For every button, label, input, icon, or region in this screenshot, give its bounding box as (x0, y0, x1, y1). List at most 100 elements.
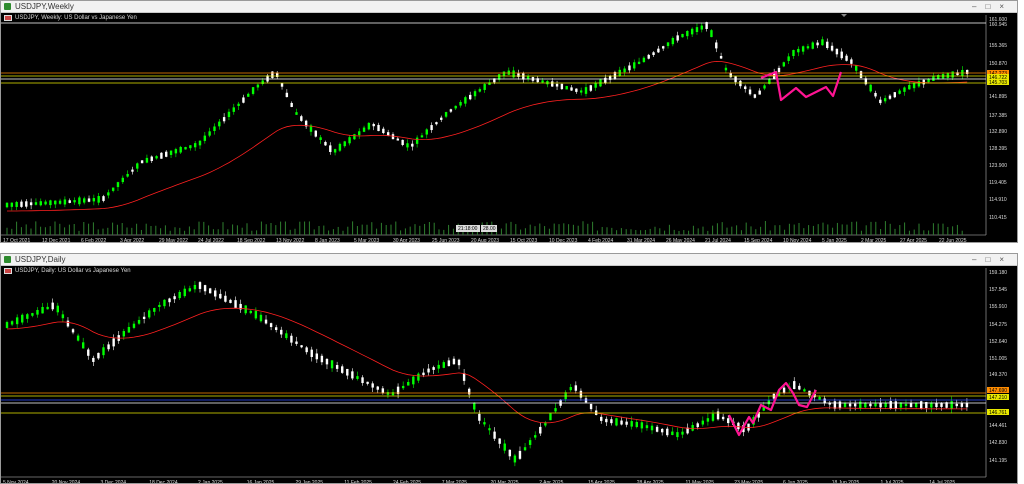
candle-body (715, 42, 718, 49)
candle-body (193, 284, 197, 290)
candle-body (700, 25, 703, 30)
candle-body (358, 131, 361, 136)
candle-body (555, 83, 559, 87)
price-axis-label: 123.900 (989, 163, 1007, 169)
time-axis-label: 20 Nov 2024 (52, 480, 81, 483)
candle-body (594, 83, 597, 88)
candle-body (26, 314, 29, 319)
candle-body (615, 418, 618, 426)
time-axis-label: 10 Dec 2023 (549, 238, 578, 242)
candle-body (126, 173, 129, 177)
time-axis-label: 21 Jul 2024 (705, 238, 731, 242)
candle-body (41, 306, 44, 314)
candle-body (102, 347, 105, 356)
candle-body (76, 335, 80, 341)
candle-body (15, 202, 18, 207)
price-axis-label: 128.395 (989, 146, 1007, 152)
candle-body (20, 201, 23, 207)
candle-body (432, 367, 435, 370)
candle-body (469, 94, 472, 100)
candle-body (623, 68, 626, 73)
minimize-icon[interactable]: – (972, 2, 985, 11)
candle-body (430, 125, 433, 131)
candle-body (259, 314, 263, 322)
candle-body (242, 97, 245, 103)
candle-body (513, 455, 517, 463)
time-axis-label: 27 Apr 2025 (900, 238, 927, 242)
candle-body (198, 282, 202, 289)
candle-body (523, 447, 527, 451)
candle-body (83, 198, 86, 203)
weekly-chart-window[interactable]: USDJPY,Weekly –□× USDJPY, Weekly: US Dol… (0, 0, 1018, 243)
candle-body (382, 128, 385, 134)
candle-body (63, 199, 67, 205)
candle-body (381, 388, 385, 394)
candle-body (719, 55, 723, 59)
candle-body (324, 141, 327, 146)
candle-body (256, 84, 260, 88)
time-axis-label: 30 Apr 2023 (393, 238, 420, 242)
candle-body (29, 202, 33, 206)
candle-body (498, 438, 501, 444)
candle-body (391, 134, 395, 140)
time-axis-label: 6 Jun 2025 (783, 480, 808, 483)
candle-body (112, 338, 115, 347)
candle-body (744, 86, 747, 90)
candle-body (657, 48, 660, 53)
candle-body (222, 117, 226, 122)
candle-body (178, 292, 181, 299)
candle-body (377, 124, 380, 132)
candle-body (444, 112, 448, 117)
candle-body (188, 288, 192, 292)
candle-body (36, 309, 39, 315)
candle-body (367, 122, 371, 130)
time-axis-label: 4 Feb 2024 (588, 238, 614, 242)
candle-body (406, 143, 409, 148)
candle-body (261, 80, 264, 85)
close-icon[interactable]: × (999, 2, 1013, 11)
candle-body (696, 423, 699, 428)
candle-body (777, 67, 781, 73)
candle-body (361, 377, 364, 384)
candle-body (570, 87, 573, 91)
minimize-icon[interactable]: – (972, 255, 985, 264)
candle-body (295, 112, 298, 115)
candle-body (232, 107, 235, 112)
candle-body (835, 48, 839, 55)
candle-body (121, 177, 124, 183)
candle-body (874, 92, 877, 97)
weekly-chart-canvas[interactable]: 161.600160.945155.365150.870147.273146.7… (1, 12, 1017, 242)
time-axis-label: 5 Nov 2024 (3, 480, 29, 483)
time-axis-label: 18 Sep 2022 (237, 238, 266, 242)
price-axis-label: 141.195 (989, 458, 1007, 464)
candle-body (249, 310, 252, 314)
candle-body (31, 313, 34, 316)
candle-body (411, 143, 414, 147)
candle-body (44, 201, 47, 205)
weekly-window-controls[interactable]: –□× (972, 1, 1013, 12)
candle-body (662, 46, 665, 49)
close-icon[interactable]: × (999, 255, 1013, 264)
candle-body (102, 196, 105, 201)
candle-body (676, 35, 679, 41)
candle-body (97, 352, 100, 359)
candle-body (579, 390, 583, 398)
candle-body (452, 358, 456, 365)
candle-body (826, 41, 829, 48)
daily-chart-window[interactable]: USDJPY,Daily –□× USDJPY, Daily: US Dolla… (0, 253, 1018, 484)
candle-body (647, 54, 650, 59)
candle-body (140, 160, 144, 164)
daily-chart-canvas[interactable]: 159.180 157.545 155.910 154.275 152.640 151.0… (1, 265, 1017, 483)
candle-body (401, 139, 404, 145)
candle-body (960, 403, 964, 407)
time-axis-label: 5 Jan 2025 (822, 238, 847, 242)
candle-body (625, 421, 628, 425)
candle-body (142, 316, 146, 319)
candle-body (280, 329, 283, 335)
candle-body (681, 431, 684, 435)
maximize-icon[interactable]: □ (985, 255, 999, 264)
candle-body (635, 421, 638, 428)
time-axis-label: 11 Feb 2025 (344, 480, 372, 483)
daily-window-controls[interactable]: –□× (972, 254, 1013, 265)
maximize-icon[interactable]: □ (985, 2, 999, 11)
